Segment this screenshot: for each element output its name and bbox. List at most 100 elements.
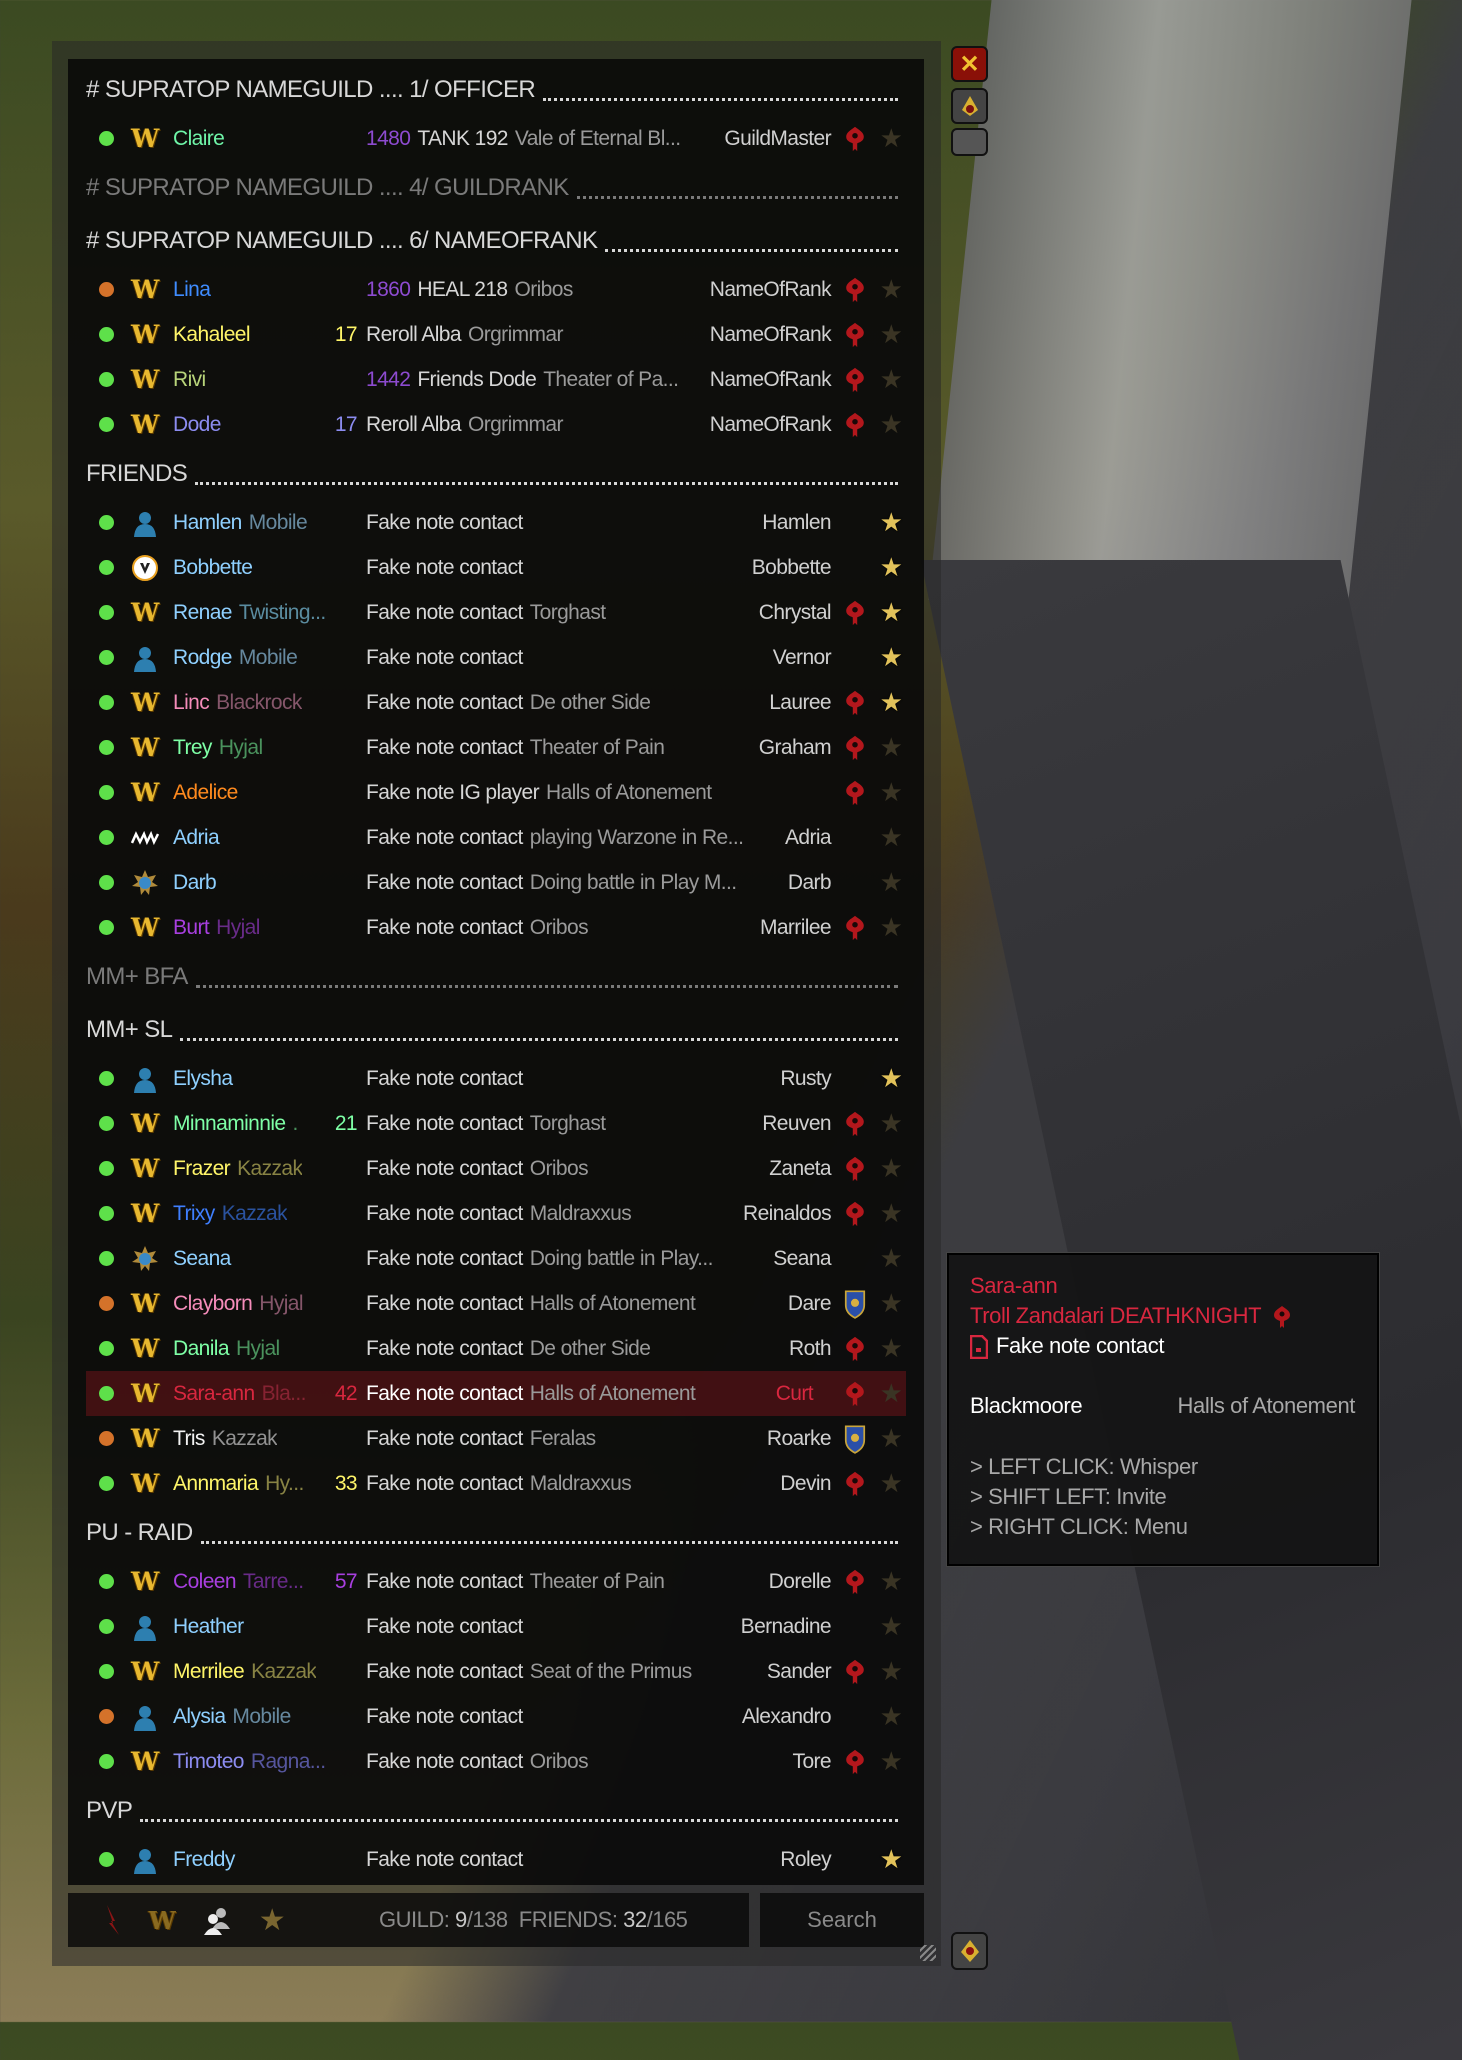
- favorite-star-icon[interactable]: ★: [876, 1559, 906, 1604]
- wow-icon: W: [131, 410, 159, 439]
- contact-row[interactable]: Alysia Mobile Fake note contact Alexandro ★: [68, 1694, 924, 1739]
- friends-filter-button[interactable]: [199, 1893, 235, 1947]
- contact-row[interactable]: W Minnaminnie. 21 Fake note contact Torghast…: [68, 1101, 924, 1146]
- blank-button[interactable]: [951, 128, 988, 156]
- contact-row[interactable]: Rodge Mobile Fake note contact Vernor ★: [68, 635, 924, 680]
- resize-handle[interactable]: [920, 1945, 936, 1961]
- contact-row[interactable]: W Linc Blackrock Fake note contact De other …: [68, 680, 924, 725]
- favorite-star-icon[interactable]: ★: [876, 815, 906, 860]
- group-header[interactable]: MM+ BFA: [68, 950, 924, 1003]
- alliance-icon: [844, 1424, 866, 1454]
- contact-row[interactable]: Freddy Fake note contact Roley ★: [68, 1837, 924, 1882]
- faction-slot: [840, 1416, 870, 1461]
- contact-list[interactable]: # SUPRATOP NAMEGUILD .... 1/ OFFICER W Cla…: [68, 63, 924, 1885]
- contact-rank: Roth: [789, 1336, 832, 1360]
- favorite-star-icon[interactable]: ★: [876, 725, 906, 770]
- contact-row[interactable]: W Renae Twisting... Fake note contact Torgha…: [68, 590, 924, 635]
- game-icon-slot: W: [130, 1191, 160, 1236]
- group-header[interactable]: FRIENDS: [68, 447, 924, 500]
- contact-row[interactable]: W Annmaria Hy... 33 Fake note contact Maldrax…: [68, 1461, 924, 1506]
- note-box: Fake note contact Torghast: [366, 590, 806, 635]
- status-online-indicator: [99, 1461, 115, 1506]
- close-button[interactable]: ✕: [951, 46, 988, 82]
- favorite-star-icon[interactable]: ★: [876, 1416, 906, 1461]
- minimap-emblem-button[interactable]: [951, 1932, 988, 1970]
- favorite-star-icon[interactable]: ★: [876, 1371, 906, 1416]
- favorite-star-icon[interactable]: ★: [876, 1837, 906, 1882]
- contact-row[interactable]: W Clayborn Hyjal Fake note contact Halls of …: [68, 1281, 924, 1326]
- wow-icon: W: [131, 688, 159, 717]
- contact-row[interactable]: W Danila Hyjal Fake note contact De other Si…: [68, 1326, 924, 1371]
- contact-row[interactable]: W Dode 17 Reroll Alba Orgrimmar NameOfRank ★: [68, 402, 924, 447]
- contact-row[interactable]: Seana Fake note contact Doing battle in Pl…: [68, 1236, 924, 1281]
- contact-row[interactable]: W Claire 1480 TANK 192 Vale of Eternal Bl...…: [68, 116, 924, 161]
- favorite-star-icon[interactable]: ★: [876, 116, 906, 161]
- favorite-star-icon[interactable]: ★: [876, 545, 906, 590]
- wow-icon: W: [131, 1154, 159, 1183]
- contact-row[interactable]: W Merrilee Kazzak Fake note contact Seat of …: [68, 1649, 924, 1694]
- contact-row[interactable]: W Rivi 1442 Friends Dode Theater of Pa... Nam…: [68, 357, 924, 402]
- favorite-star-icon[interactable]: ★: [876, 357, 906, 402]
- favorite-star-icon[interactable]: ★: [876, 680, 906, 725]
- favorite-star-icon[interactable]: ★: [876, 1694, 906, 1739]
- contact-row[interactable]: W Lina 1860 HEAL 218 Oribos NameOfRank ★: [68, 267, 924, 312]
- contact-row[interactable]: W Tris Kazzak Fake note contact Feralas Roark…: [68, 1416, 924, 1461]
- contact-zone: Theater of Pa...: [543, 367, 679, 391]
- favorite-star-icon[interactable]: ★: [876, 1281, 906, 1326]
- favorite-star-icon[interactable]: ★: [876, 635, 906, 680]
- group-header[interactable]: # SUPRATOP NAMEGUILD .... 6/ NAMEOFRANK: [68, 214, 924, 267]
- wow-filter-button[interactable]: W: [144, 1893, 180, 1947]
- name-box: Linc Blackrock: [173, 680, 357, 725]
- favorite-star-icon[interactable]: ★: [876, 905, 906, 950]
- favorite-star-icon[interactable]: ★: [876, 267, 906, 312]
- favorite-star-icon[interactable]: ★: [876, 860, 906, 905]
- contact-row[interactable]: Bobbette Fake note contact Bobbette ★: [68, 545, 924, 590]
- dotted-leader: [180, 1038, 898, 1041]
- favorite-star-icon[interactable]: ★: [876, 312, 906, 357]
- favorite-star-icon[interactable]: ★: [876, 402, 906, 447]
- group-header[interactable]: PU - RAID: [68, 1506, 924, 1559]
- contact-row[interactable]: Adria Fake note contact playing Warzone in…: [68, 815, 924, 860]
- favorite-star-icon[interactable]: ★: [876, 590, 906, 635]
- game-icon-slot: W: [130, 1461, 160, 1506]
- favorite-star-icon[interactable]: ★: [876, 1191, 906, 1236]
- horde-filter-button[interactable]: [95, 1893, 131, 1947]
- contact-row[interactable]: Darb Fake note contact Doing battle in Pla…: [68, 860, 924, 905]
- contact-realm: Kazzak: [221, 1201, 287, 1225]
- group-header[interactable]: PVP: [68, 1784, 924, 1837]
- favorite-star-icon[interactable]: ★: [876, 1739, 906, 1784]
- favorite-star-icon[interactable]: ★: [876, 770, 906, 815]
- contact-row[interactable]: W Trixy Kazzak Fake note contact Maldraxxus R…: [68, 1191, 924, 1236]
- contact-row[interactable]: Elysha Fake note contact Rusty ★: [68, 1056, 924, 1101]
- favorite-star-icon[interactable]: ★: [876, 1101, 906, 1146]
- name-box: Kahaleel 17: [173, 312, 357, 357]
- contact-row[interactable]: W Coleen Tarre... 57 Fake note contact Theate…: [68, 1559, 924, 1604]
- favorite-star-icon[interactable]: ★: [876, 1056, 906, 1101]
- tooltip-race-class: Troll Zandalari DEATHKNIGHT: [970, 1303, 1261, 1328]
- group-header[interactable]: # SUPRATOP NAMEGUILD .... 4/ GUILDRANK: [68, 161, 924, 214]
- horde-emblem-button[interactable]: [951, 88, 988, 124]
- name-box: Danila Hyjal: [173, 1326, 357, 1371]
- contact-row[interactable]: W Trey Hyjal Fake note contact Theater of Pa…: [68, 725, 924, 770]
- mythic-score: 1480: [366, 126, 411, 150]
- contact-row[interactable]: Heather Fake note contact Bernadine ★: [68, 1604, 924, 1649]
- contact-row[interactable]: W Sara-ann Bla... 42 Fake note contact Halls …: [86, 1371, 906, 1416]
- favorite-star-icon[interactable]: ★: [876, 1649, 906, 1694]
- contact-row[interactable]: W Burt Hyjal Fake note contact Oribos Marrile…: [68, 905, 924, 950]
- horde-icon: [846, 412, 864, 437]
- favorite-star-icon[interactable]: ★: [876, 1604, 906, 1649]
- group-header[interactable]: MM+ SL: [68, 1003, 924, 1056]
- contact-row[interactable]: W Kahaleel 17 Reroll Alba Orgrimmar NameOfRan…: [68, 312, 924, 357]
- contact-row[interactable]: W Adelice Fake note IG player Halls of Aton…: [68, 770, 924, 815]
- favorite-star-icon[interactable]: ★: [876, 1461, 906, 1506]
- favorite-star-icon[interactable]: ★: [876, 1326, 906, 1371]
- favorite-star-icon[interactable]: ★: [876, 1236, 906, 1281]
- group-header[interactable]: # SUPRATOP NAMEGUILD .... 1/ OFFICER: [68, 63, 924, 116]
- favorite-filter-button[interactable]: ★: [254, 1893, 290, 1947]
- favorite-star-icon[interactable]: ★: [876, 1146, 906, 1191]
- contact-row[interactable]: Hamlen Mobile Fake note contact Hamlen ★: [68, 500, 924, 545]
- search-button[interactable]: Search: [760, 1893, 924, 1947]
- contact-row[interactable]: W Frazer Kazzak Fake note contact Oribos Zane…: [68, 1146, 924, 1191]
- favorite-star-icon[interactable]: ★: [876, 500, 906, 545]
- contact-row[interactable]: W Timoteo Ragna... Fake note contact Oribos T…: [68, 1739, 924, 1784]
